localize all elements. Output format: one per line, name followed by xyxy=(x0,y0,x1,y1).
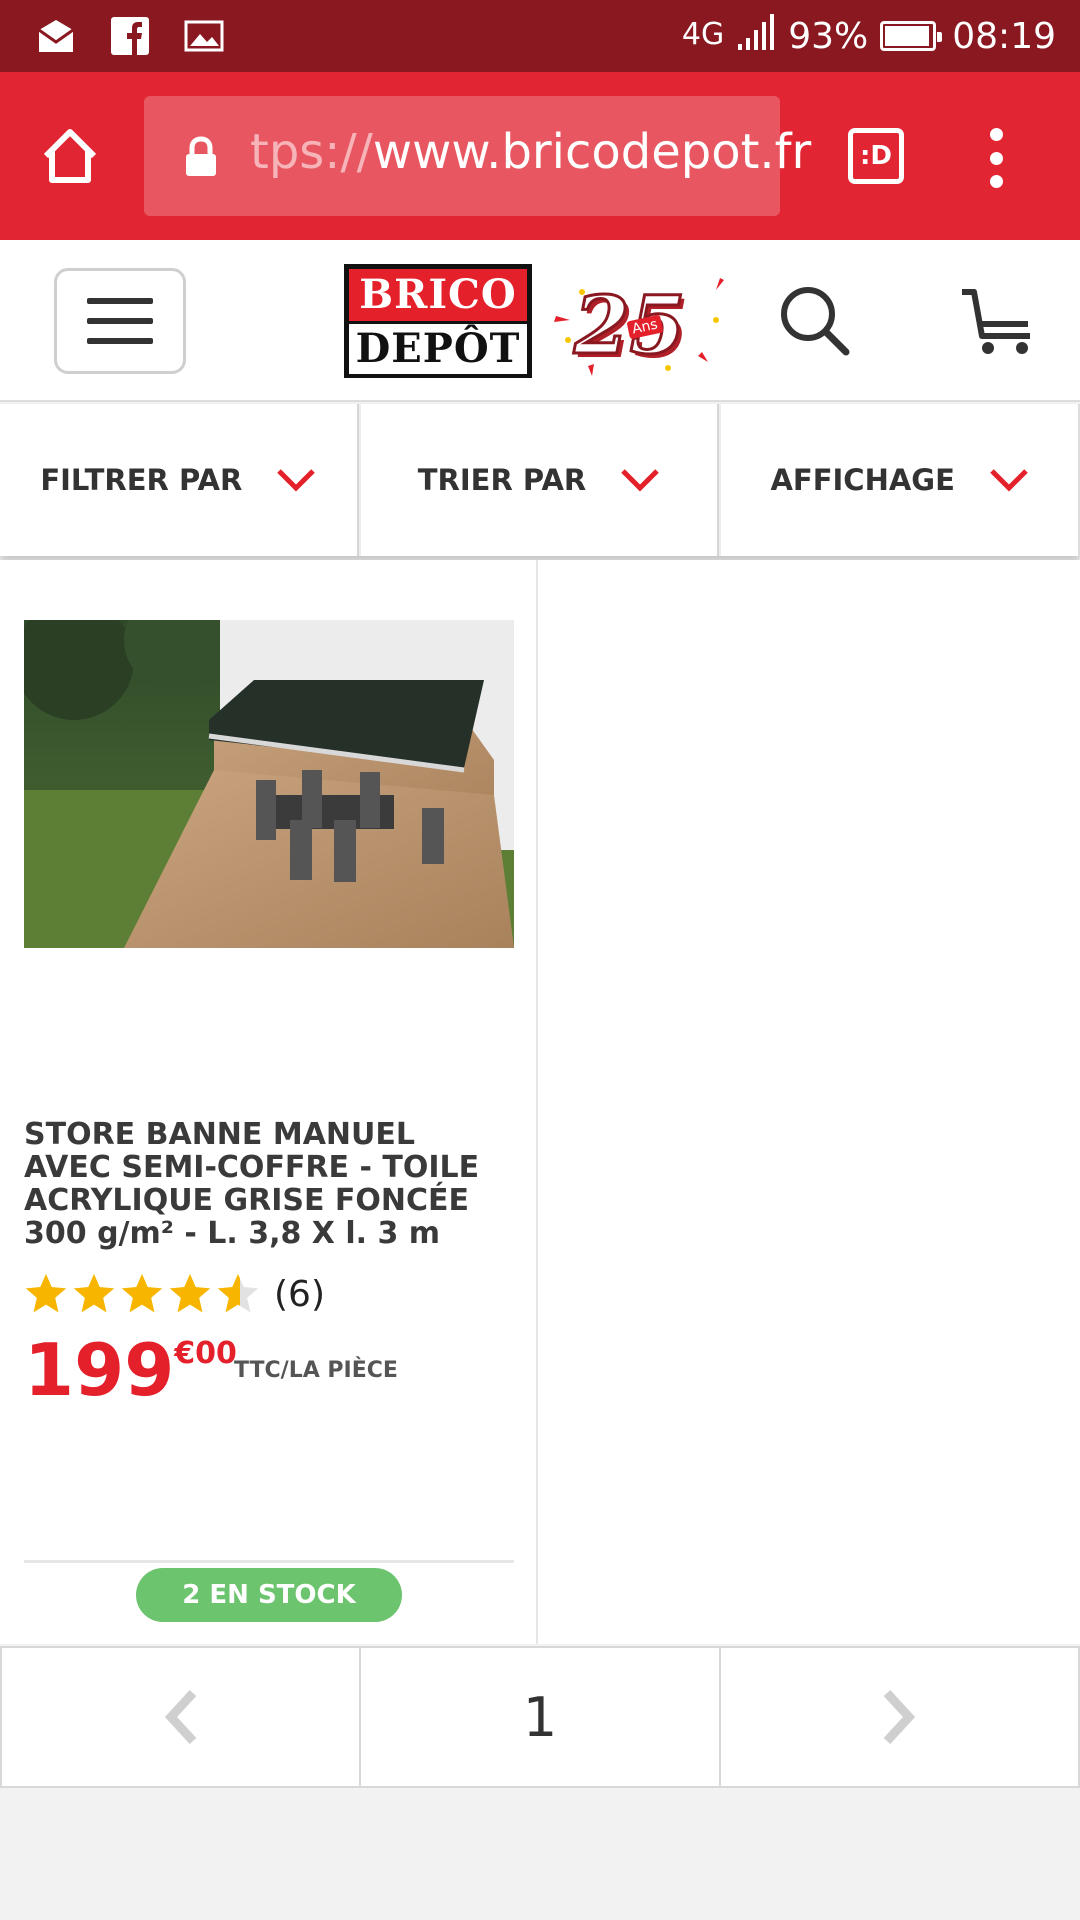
stock-badge: 2 EN STOCK xyxy=(136,1568,402,1622)
star-icon xyxy=(121,1273,163,1313)
product-card[interactable]: STORE BANNE MANUEL AVEC SEMI-COFFRE - TO… xyxy=(0,560,538,1644)
product-grid: STORE BANNE MANUEL AVEC SEMI-COFFRE - TO… xyxy=(0,560,1080,1644)
star-icon xyxy=(169,1273,211,1313)
chevron-right-icon xyxy=(883,1689,916,1745)
anniversary-badge: 25 Ans xyxy=(548,270,732,380)
product-title[interactable]: STORE BANNE MANUEL AVEC SEMI-COFFRE - TO… xyxy=(24,1118,504,1250)
previous-page-button[interactable] xyxy=(2,1648,362,1786)
review-count[interactable]: (6) xyxy=(274,1274,325,1315)
filter-bar: FILTRER PAR TRIER PAR AFFICHAGE xyxy=(0,404,1080,556)
image-icon xyxy=(182,14,226,58)
product-rating: (6) xyxy=(24,1272,325,1316)
clock: 08:19 xyxy=(952,15,1056,57)
product-image[interactable] xyxy=(24,620,514,948)
display-label: AFFICHAGE xyxy=(770,463,955,497)
star-icon xyxy=(25,1273,67,1313)
site-header: BRICO DEPÔT 25 Ans xyxy=(0,240,1080,402)
price-unit: TTC/LA PIÈCE xyxy=(234,1358,398,1383)
chevron-down-icon xyxy=(621,469,660,492)
network-type: 4G xyxy=(681,16,725,52)
lock-icon xyxy=(184,136,218,178)
star-icon xyxy=(73,1273,115,1313)
tab-switcher-button[interactable]: :D xyxy=(848,128,904,184)
half-star-icon xyxy=(217,1273,259,1313)
hamburger-menu-button[interactable] xyxy=(54,268,186,374)
signal-icon xyxy=(736,13,776,59)
divider xyxy=(24,1560,514,1563)
display-dropdown[interactable]: AFFICHAGE xyxy=(719,404,1080,556)
url-text: tps://www.bricodepot.fr xyxy=(250,124,812,180)
filter-by-label: FILTRER PAR xyxy=(40,463,243,497)
chevron-down-icon xyxy=(990,469,1028,492)
sort-by-label: TRIER PAR xyxy=(417,463,587,497)
browser-toolbar: tps://www.bricodepot.fr :D xyxy=(0,72,1080,240)
chevron-left-icon xyxy=(164,1689,196,1745)
next-page-button[interactable] xyxy=(721,1648,1078,1786)
search-icon[interactable] xyxy=(776,282,852,358)
price-decimal: €00 xyxy=(174,1336,237,1371)
current-page-number: 1 xyxy=(522,1685,558,1749)
status-bar: 4G 93% 08:19 xyxy=(0,0,1080,72)
sort-by-dropdown[interactable]: TRIER PAR xyxy=(358,404,720,556)
product-price: 199 €00 xyxy=(24,1328,237,1412)
cart-icon[interactable] xyxy=(958,280,1038,360)
pagination: 1 xyxy=(0,1646,1080,1788)
filter-by-dropdown[interactable]: FILTRER PAR xyxy=(0,404,359,556)
facebook-icon xyxy=(108,14,152,58)
price-integer: 199 xyxy=(24,1328,175,1412)
home-icon[interactable] xyxy=(38,124,102,188)
page-1-button[interactable]: 1 xyxy=(361,1648,721,1786)
address-bar[interactable]: tps://www.bricodepot.fr xyxy=(144,96,811,216)
more-menu-icon[interactable] xyxy=(986,128,1006,188)
battery-percent: 93% xyxy=(788,15,869,57)
rating-stars xyxy=(24,1272,260,1316)
mail-icon xyxy=(34,14,78,58)
battery-icon xyxy=(880,21,943,51)
bricodepot-logo[interactable]: BRICO DEPÔT xyxy=(344,264,532,378)
chevron-down-icon xyxy=(277,469,316,492)
